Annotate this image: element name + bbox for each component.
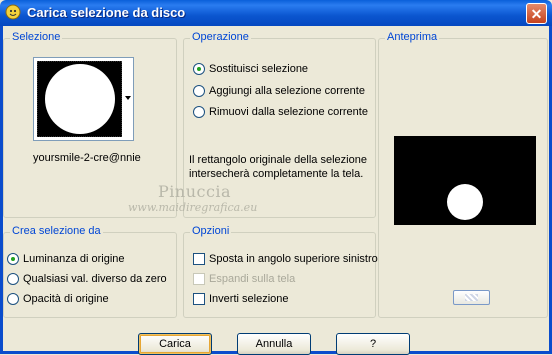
radio-button[interactable] <box>193 106 205 118</box>
operazione-group-title: Operazione <box>190 31 251 43</box>
radio-luminanza[interactable]: Luminanza di origine <box>7 253 125 265</box>
radio-button[interactable] <box>7 273 19 285</box>
zoom-icon <box>465 294 478 301</box>
checkbox-label: Inverti selezione <box>209 293 289 305</box>
radio-label: Sostituisci selezione <box>209 63 309 75</box>
watermark-name: Pinuccia <box>158 182 232 201</box>
checkbox-label: Espandi sulla tela <box>209 273 296 285</box>
window-title: Carica selezione da disco <box>27 5 186 20</box>
anteprima-group-title: Anteprima <box>385 31 440 43</box>
radio-rimuovi[interactable]: Rimuovi dalla selezione corrente <box>193 106 368 118</box>
checkbox-espandi: Espandi sulla tela <box>193 273 295 285</box>
selection-file-dropdown[interactable] <box>33 57 134 141</box>
checkbox[interactable] <box>193 253 205 265</box>
cancel-button[interactable]: Annulla <box>237 333 311 355</box>
radio-sostituisci[interactable]: Sostituisci selezione <box>193 63 308 75</box>
checkbox-label: Sposta in angolo superiore sinistro <box>209 253 378 265</box>
app-icon <box>5 4 21 20</box>
operation-info-text: Il rettangolo originale della selezione … <box>189 154 367 180</box>
radio-button[interactable] <box>7 293 19 305</box>
dropdown-arrow-icon[interactable] <box>125 96 131 100</box>
selezione-group-title: Selezione <box>10 31 63 43</box>
title-bar: Carica selezione da disco ✕ <box>0 0 552 26</box>
watermark-url: www.maidiregrafica.eu <box>128 201 258 214</box>
radio-button[interactable] <box>193 85 205 97</box>
radio-button[interactable] <box>193 63 205 75</box>
preview-zoom-button[interactable] <box>453 290 490 305</box>
opzioni-group-title: Opzioni <box>190 225 232 237</box>
selection-filename: yoursmile-2-cre@nnie <box>33 152 141 164</box>
load-button[interactable]: Carica <box>138 333 212 355</box>
radio-qualsiasi[interactable]: Qualsiasi val. diverso da zero <box>7 273 167 285</box>
radio-aggiungi[interactable]: Aggiungi alla selezione corrente <box>193 85 365 97</box>
crea-group-title: Crea selezione da <box>10 225 103 237</box>
checkbox[interactable] <box>193 293 205 305</box>
radio-button[interactable] <box>7 253 19 265</box>
radio-label: Opacità di origine <box>23 293 109 305</box>
radio-label: Qualsiasi val. diverso da zero <box>23 273 167 285</box>
checkbox <box>193 273 205 285</box>
checkbox-sposta[interactable]: Sposta in angolo superiore sinistro <box>193 253 378 265</box>
radio-opacita[interactable]: Opacità di origine <box>7 293 109 305</box>
radio-label: Rimuovi dalla selezione corrente <box>209 106 368 118</box>
preview-canvas <box>394 136 536 225</box>
radio-label: Aggiungi alla selezione corrente <box>209 85 365 97</box>
checkbox-inverti[interactable]: Inverti selezione <box>193 293 289 305</box>
selection-thumbnail <box>37 61 122 137</box>
close-button[interactable]: ✕ <box>526 3 547 24</box>
radio-label: Luminanza di origine <box>23 253 125 265</box>
preview-circle <box>447 184 483 220</box>
thumbnail-circle <box>45 64 115 134</box>
help-button[interactable]: ? <box>336 333 410 355</box>
